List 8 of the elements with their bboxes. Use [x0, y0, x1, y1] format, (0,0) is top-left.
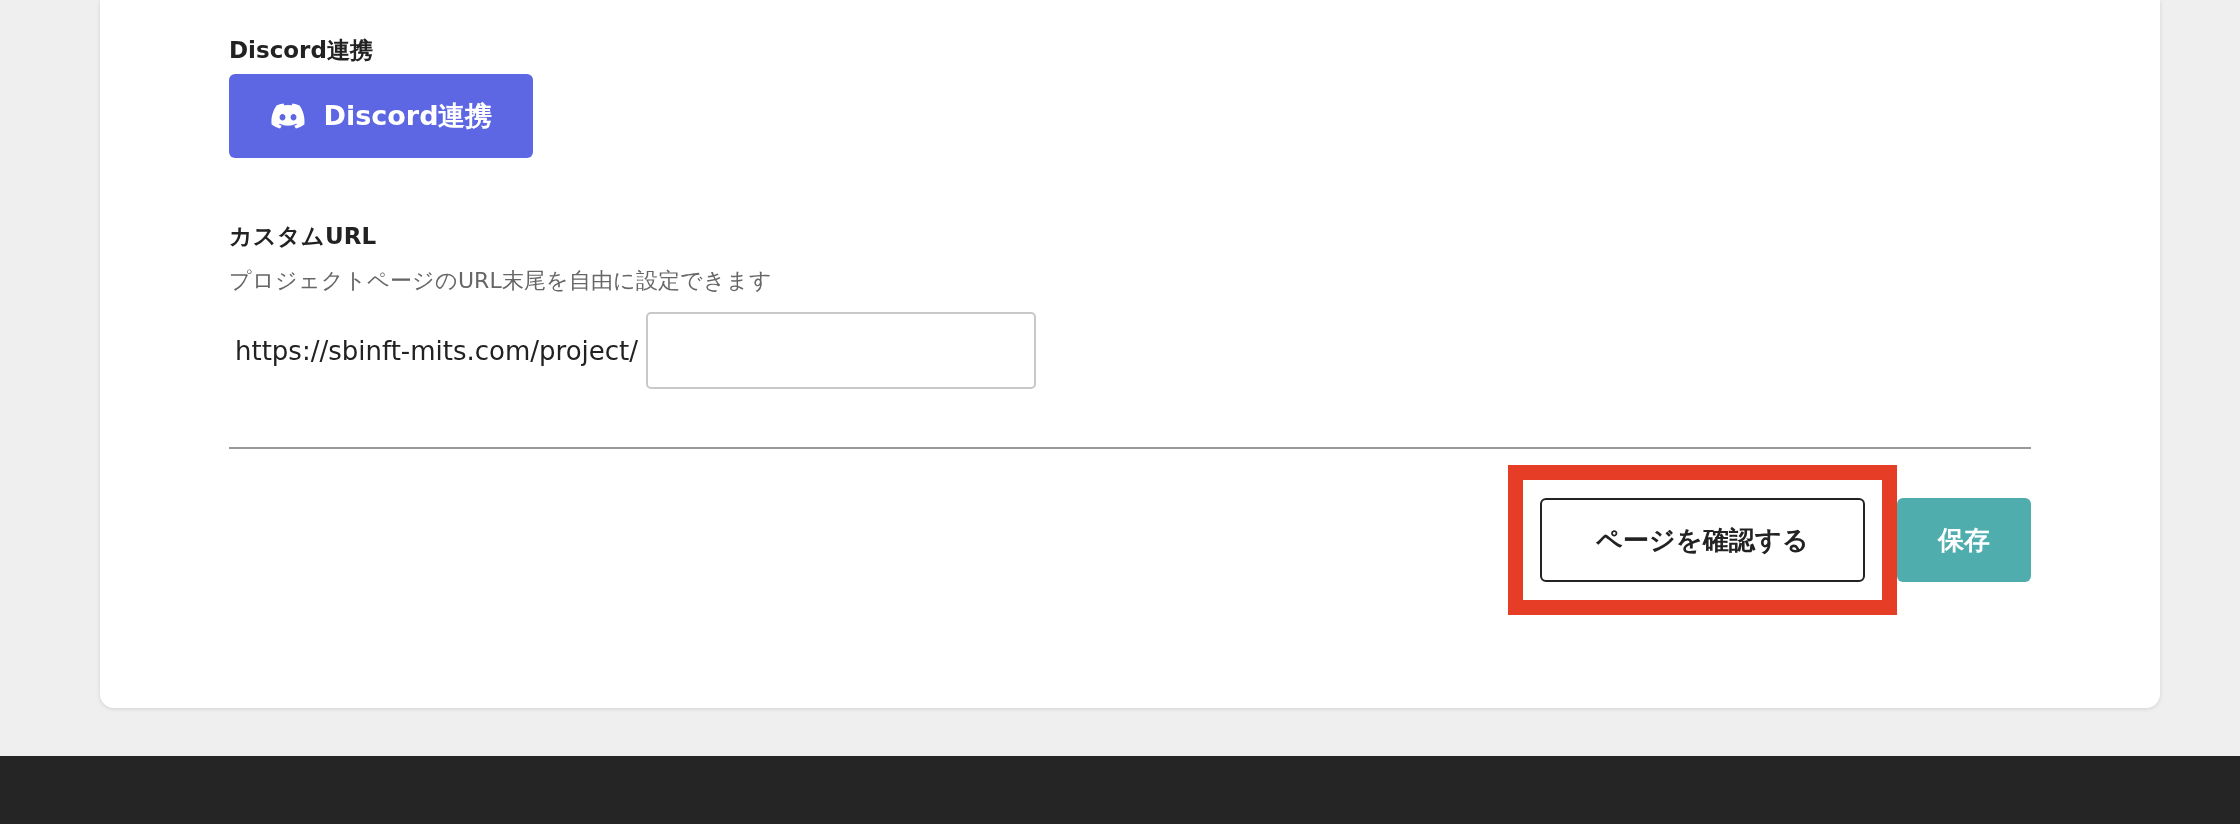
- save-button[interactable]: 保存: [1897, 498, 2031, 582]
- discord-button[interactable]: Discord連携: [229, 74, 533, 158]
- preview-button[interactable]: ページを確認する: [1540, 498, 1865, 582]
- url-prefix: https://sbinft-mits.com/project/: [234, 335, 639, 366]
- section-label: Discord連携: [229, 36, 373, 65]
- url-input-field[interactable]: [646, 312, 1037, 389]
- section-label: カスタムURL: [229, 222, 377, 251]
- section-description: プロジェクトページのURL末尾を自由に設定できます: [229, 267, 772, 295]
